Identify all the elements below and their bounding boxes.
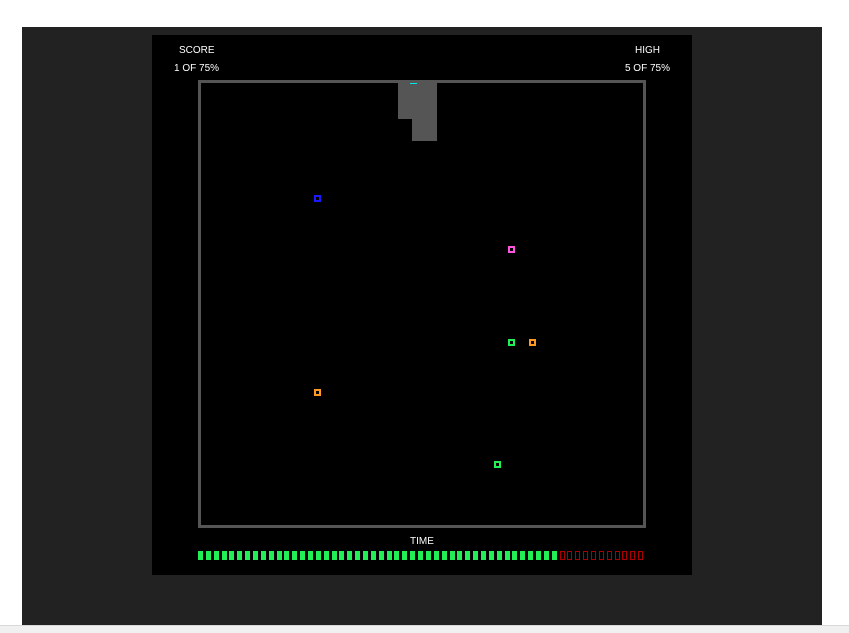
playfield[interactable] xyxy=(198,80,646,528)
time-label: TIME xyxy=(410,536,434,547)
time-segment-full xyxy=(221,551,227,560)
time-segment-full xyxy=(543,551,549,560)
time-segment-empty xyxy=(575,551,581,560)
time-segment-full xyxy=(229,551,235,560)
time-segment-full xyxy=(402,551,408,560)
time-segment-full xyxy=(441,551,447,560)
time-segment-full xyxy=(386,551,392,560)
time-segment-full xyxy=(253,551,259,560)
green-enemy-icon xyxy=(494,461,501,468)
bottom-strip xyxy=(0,625,849,633)
time-segment-full xyxy=(449,551,455,560)
time-segment-full xyxy=(425,551,431,560)
time-segment-full xyxy=(284,551,290,560)
claimed-area xyxy=(398,83,437,119)
page: SCORE 1 OF 75% HIGH 5 OF 75% TIME xyxy=(0,0,849,633)
time-segment-full xyxy=(394,551,400,560)
time-segment-full xyxy=(260,551,266,560)
time-segment-full xyxy=(355,551,361,560)
orange-enemy-icon xyxy=(314,389,321,396)
green-enemy-icon xyxy=(508,339,515,346)
high-score-value: 5 OF 75% xyxy=(624,63,670,74)
time-segment-full xyxy=(245,551,251,560)
time-segment-empty xyxy=(559,551,565,560)
time-segment-full xyxy=(520,551,526,560)
time-segment-empty xyxy=(583,551,589,560)
time-segment-empty xyxy=(622,551,628,560)
pink-enemy-icon xyxy=(508,246,515,253)
time-segment-full xyxy=(465,551,471,560)
time-segment-full xyxy=(363,551,369,560)
score-label: SCORE xyxy=(179,45,215,56)
time-segment-full xyxy=(205,551,211,560)
time-segment-full xyxy=(551,551,557,560)
time-segment-full xyxy=(378,551,384,560)
time-segment-full xyxy=(528,551,534,560)
time-segment-full xyxy=(496,551,502,560)
time-segment-full xyxy=(300,551,306,560)
time-segment-full xyxy=(323,551,329,560)
time-segment-full xyxy=(433,551,439,560)
time-segment-full xyxy=(331,551,337,560)
time-segment-full xyxy=(308,551,314,560)
time-segment-full xyxy=(512,551,518,560)
game-canvas[interactable]: SCORE 1 OF 75% HIGH 5 OF 75% TIME xyxy=(152,35,692,575)
time-segment-full xyxy=(480,551,486,560)
time-bar xyxy=(198,551,646,560)
time-segment-empty xyxy=(614,551,620,560)
time-segment-empty xyxy=(598,551,604,560)
player-cursor-icon xyxy=(410,83,417,84)
claimed-area xyxy=(412,119,437,141)
high-score-label: HIGH xyxy=(635,45,660,56)
time-segment-full xyxy=(237,551,243,560)
time-segment-full xyxy=(213,551,219,560)
time-segment-full xyxy=(198,551,203,560)
time-segment-full xyxy=(268,551,274,560)
time-segment-full xyxy=(292,551,298,560)
time-segment-full xyxy=(370,551,376,560)
blue-enemy-icon xyxy=(314,195,321,202)
time-segment-empty xyxy=(606,551,612,560)
time-segment-full xyxy=(488,551,494,560)
orange-enemy-icon xyxy=(529,339,536,346)
time-segment-full xyxy=(504,551,510,560)
time-segment-full xyxy=(347,551,353,560)
time-segment-full xyxy=(473,551,479,560)
time-segment-full xyxy=(418,551,424,560)
time-segment-empty xyxy=(630,551,636,560)
score-value: 1 OF 75% xyxy=(174,63,220,74)
time-segment-empty xyxy=(590,551,596,560)
time-segment-full xyxy=(535,551,541,560)
time-segment-empty xyxy=(567,551,573,560)
time-segment-full xyxy=(457,551,463,560)
time-segment-full xyxy=(339,551,345,560)
time-segment-full xyxy=(315,551,321,560)
time-segment-full xyxy=(276,551,282,560)
time-segment-full xyxy=(410,551,416,560)
time-segment-empty xyxy=(638,551,644,560)
